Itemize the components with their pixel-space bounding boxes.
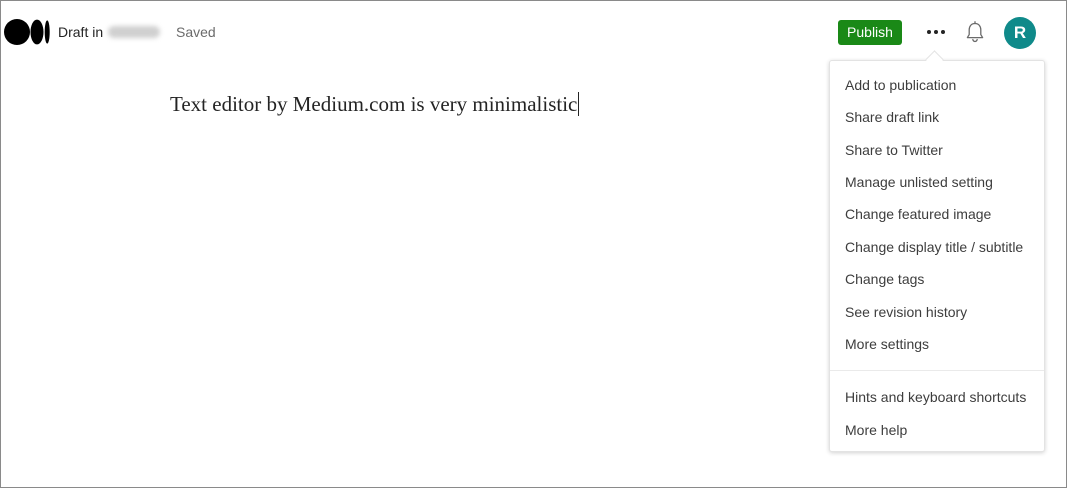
more-dots-icon	[941, 30, 945, 34]
publish-button[interactable]: Publish	[838, 20, 902, 45]
menu-item-change-featured-image[interactable]: Change featured image	[845, 206, 991, 222]
more-dots-icon	[927, 30, 931, 34]
menu-item-change-display-title[interactable]: Change display title / subtitle	[845, 239, 1023, 255]
menu-item-manage-unlisted-setting[interactable]: Manage unlisted setting	[845, 174, 993, 190]
medium-logo-icon[interactable]	[4, 19, 50, 45]
menu-item-change-tags[interactable]: Change tags	[845, 271, 924, 287]
publication-name-blurred	[108, 26, 160, 38]
draft-status-label: Draft in	[58, 24, 104, 40]
menu-item-more-help[interactable]: More help	[845, 422, 907, 438]
menu-item-add-to-publication[interactable]: Add to publication	[845, 77, 956, 93]
text-cursor	[578, 92, 580, 116]
notifications-bell-icon[interactable]	[964, 20, 986, 44]
editor-text: Text editor by Medium.com is very minima…	[170, 92, 578, 116]
top-navigation-bar: Draft in Saved Publish R	[0, 0, 1067, 64]
menu-item-hints-and-shortcuts[interactable]: Hints and keyboard shortcuts	[845, 389, 1026, 405]
more-dots-icon	[934, 30, 938, 34]
saved-status-label: Saved	[176, 24, 216, 40]
more-options-button[interactable]	[922, 20, 950, 44]
user-avatar[interactable]: R	[1004, 17, 1036, 49]
menu-item-see-revision-history[interactable]: See revision history	[845, 304, 967, 320]
more-options-menu: Add to publication Share draft link Shar…	[829, 60, 1045, 452]
menu-divider	[830, 370, 1044, 371]
story-editor[interactable]: Text editor by Medium.com is very minima…	[170, 92, 580, 117]
menu-item-more-settings[interactable]: More settings	[845, 336, 929, 352]
menu-item-share-draft-link[interactable]: Share draft link	[845, 109, 939, 125]
menu-item-share-to-twitter[interactable]: Share to Twitter	[845, 142, 943, 158]
